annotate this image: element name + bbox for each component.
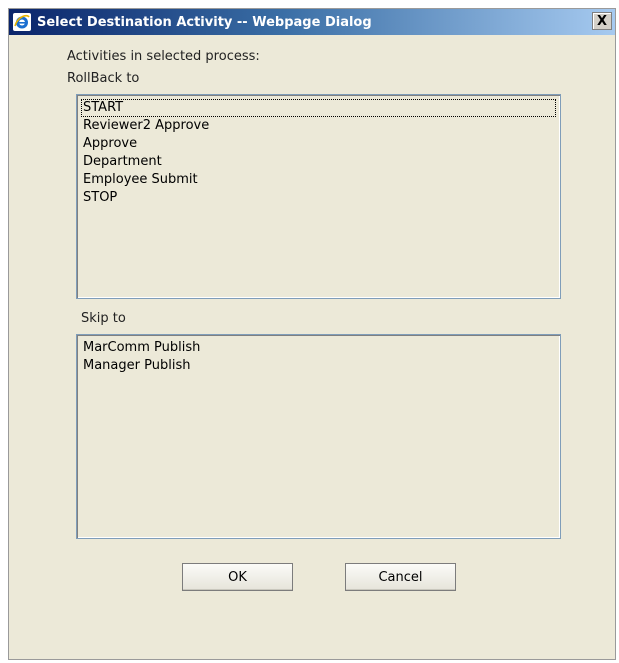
internet-explorer-icon — [13, 13, 31, 31]
ok-button[interactable]: OK — [182, 563, 293, 591]
close-button[interactable]: X — [592, 12, 612, 30]
rollback-option[interactable]: Employee Submit — [81, 171, 556, 189]
dialog-window: Select Destination Activity -- Webpage D… — [8, 8, 616, 660]
rollback-list: START Reviewer2 Approve Approve Department E… — [81, 99, 556, 207]
title-bar[interactable]: Select Destination Activity -- Webpage D… — [9, 9, 615, 35]
rollback-listbox[interactable]: START Reviewer2 Approve Approve Department E… — [76, 94, 561, 299]
window-title: Select Destination Activity -- Webpage D… — [37, 14, 372, 30]
rollback-label: RollBack to — [67, 71, 140, 86]
skip-listbox[interactable]: MarComm Publish Manager Publish — [76, 334, 561, 539]
skip-option[interactable]: Manager Publish — [81, 357, 556, 375]
activities-label: Activities in selected process: — [67, 49, 260, 64]
skip-label: Skip to — [81, 311, 126, 326]
rollback-option[interactable]: STOP — [81, 189, 556, 207]
skip-option[interactable]: MarComm Publish — [81, 339, 556, 357]
skip-list: MarComm Publish Manager Publish — [81, 339, 556, 375]
rollback-option[interactable]: Department — [81, 153, 556, 171]
rollback-option[interactable]: START — [81, 99, 556, 117]
rollback-option[interactable]: Approve — [81, 135, 556, 153]
rollback-option[interactable]: Reviewer2 Approve — [81, 117, 556, 135]
cancel-button[interactable]: Cancel — [345, 563, 456, 591]
close-icon[interactable]: X — [597, 15, 607, 28]
